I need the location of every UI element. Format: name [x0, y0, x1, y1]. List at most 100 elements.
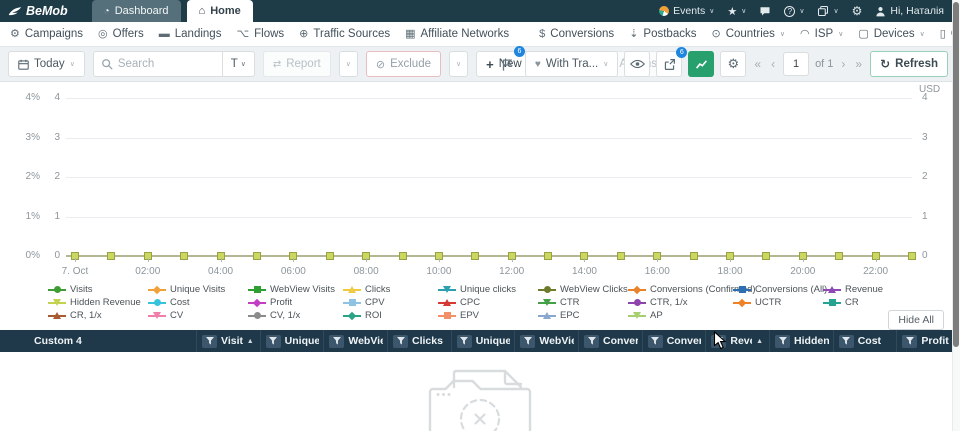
traffic-filter-dropdown[interactable]: ♥ With Tra... ∨	[525, 51, 618, 77]
filter-icon[interactable]	[584, 335, 599, 348]
last-page-button[interactable]: »	[853, 57, 864, 71]
report-dropdown-button[interactable]: ∨	[339, 51, 358, 77]
hide-all-button[interactable]: Hide All	[888, 310, 944, 330]
legend-item-cr[interactable]: CR	[823, 297, 952, 308]
flag-button[interactable]: 6	[495, 51, 519, 77]
table-column-cost[interactable]: Cost	[833, 330, 897, 352]
legend-item-cpv[interactable]: CPV	[343, 297, 438, 308]
legend-item-epv[interactable]: EPV	[438, 310, 538, 321]
report-button[interactable]: ⇄ Report	[263, 51, 331, 77]
share-button[interactable]: 6	[656, 51, 682, 77]
legend-item-cpc[interactable]: CPC	[438, 297, 538, 308]
filter-icon[interactable]	[902, 335, 917, 348]
legend-item-revenue[interactable]: Revenue	[823, 284, 952, 295]
nav-item-isp[interactable]: ◠ISP∨	[800, 28, 843, 40]
sort-asc-icon[interactable]: ▲	[247, 338, 256, 345]
next-page-button[interactable]: ›	[839, 57, 847, 71]
nav-item-countries[interactable]: ⊙Countries∨	[711, 28, 785, 40]
visibility-button[interactable]	[624, 51, 650, 77]
legend-item-unique-clicks[interactable]: Unique clicks	[438, 284, 538, 295]
settings-button[interactable]: ⚙	[852, 4, 863, 18]
user-label: Hi, Наталія	[890, 5, 944, 17]
nav-item-landings[interactable]: ▬Landings	[159, 28, 222, 40]
legend-item-epc[interactable]: EPC	[538, 310, 628, 321]
first-page-button[interactable]: «	[752, 57, 763, 71]
table-column-profit[interactable]: Profit	[896, 330, 960, 352]
legend-item-profit[interactable]: Profit	[248, 297, 343, 308]
legend-item-unique-visits[interactable]: Unique Visits	[148, 284, 248, 295]
refresh-button[interactable]: ↻ Refresh	[870, 51, 948, 77]
legend-item-clicks[interactable]: Clicks	[343, 284, 438, 295]
windows-menu[interactable]: ∨	[817, 5, 838, 17]
legend-item-cost[interactable]: Cost	[148, 297, 248, 308]
legend-item-cv-1-x[interactable]: CV, 1/x	[248, 310, 343, 321]
chart-toggle-button[interactable]	[688, 51, 714, 77]
nav-item-flows[interactable]: ⌥Flows	[236, 28, 284, 40]
nav-item-conversions[interactable]: $Conversions	[539, 28, 614, 40]
filter-icon[interactable]	[520, 335, 535, 348]
table-column-clicks[interactable]: Clicks	[387, 330, 451, 352]
nav-item-devices[interactable]: ▢Devices∨	[858, 28, 924, 40]
filter-icon[interactable]	[775, 335, 790, 348]
top-bar: BeMob ◔ Dashboard ⌂ Home Events ∨ ★ ∨ ?	[0, 0, 960, 22]
legend-item-visits[interactable]: Visits	[48, 284, 148, 295]
legend-item-cv[interactable]: CV	[148, 310, 248, 321]
nav-item-affiliate-networks[interactable]: ▦Affiliate Networks	[405, 28, 509, 40]
table-column-unique-[interactable]: Unique ...	[260, 330, 324, 352]
vertical-scrollbar[interactable]	[952, 0, 960, 431]
legend-item-cr-1-x[interactable]: CR, 1/x	[48, 310, 148, 321]
bemob-logo[interactable]: BeMob	[0, 0, 78, 22]
filter-icon[interactable]	[266, 335, 281, 348]
sort-asc-icon[interactable]: ▲	[756, 338, 765, 345]
legend-item-webview-visits[interactable]: WebView Visits	[248, 284, 343, 295]
user-menu[interactable]: Hi, Наталія	[875, 5, 944, 17]
legend-item-hidden-revenue[interactable]: Hidden Revenue	[48, 297, 148, 308]
legend-item-roi[interactable]: ROI	[343, 310, 438, 321]
tab-home[interactable]: ⌂ Home	[187, 0, 253, 22]
nav-item-offers[interactable]: ◎Offers	[98, 28, 144, 40]
filter-icon[interactable]	[202, 335, 217, 348]
legend-item-webview-clicks[interactable]: WebView Clicks	[538, 284, 628, 295]
x-axis-tick	[657, 258, 658, 262]
table-column-convers-[interactable]: Convers...	[642, 330, 706, 352]
filter-icon[interactable]	[393, 335, 408, 348]
events-menu[interactable]: Events ∨	[659, 5, 714, 17]
legend-item-conversions-all-[interactable]: Conversions (All)	[733, 284, 823, 295]
exclude-button[interactable]: ⊘ Exclude	[366, 51, 441, 77]
legend-item-ctr-1-x[interactable]: CTR, 1/x	[628, 297, 733, 308]
search-input[interactable]	[113, 58, 222, 70]
legend-item-ctr[interactable]: CTR	[538, 297, 628, 308]
nav-item-campaigns[interactable]: ⚙Campaigns	[10, 28, 83, 40]
scrollbar-thumb[interactable]	[953, 2, 959, 347]
tab-dashboard[interactable]: ◔ Dashboard	[92, 0, 181, 22]
columns-settings-button[interactable]: ⚙	[720, 51, 746, 77]
filter-icon[interactable]	[648, 335, 663, 348]
page-number-input[interactable]	[783, 52, 809, 76]
search-type-dropdown[interactable]: T ∨	[222, 52, 254, 76]
filter-icon[interactable]	[329, 335, 344, 348]
date-range-button[interactable]: Today ∨	[8, 51, 85, 77]
table-column-webvie-[interactable]: WebVie...	[323, 330, 387, 352]
help-menu[interactable]: ? ∨	[784, 6, 804, 17]
table-column-custom-4[interactable]: Custom 4	[0, 330, 196, 352]
nav-item-traffic-sources[interactable]: ⊕Traffic Sources	[299, 28, 390, 40]
legend-item-ap[interactable]: AP	[628, 310, 733, 321]
filter-icon[interactable]	[457, 335, 472, 348]
table-column-webvie-[interactable]: WebVie...	[514, 330, 578, 352]
data-point-marker	[180, 252, 188, 260]
gear-icon: ⚙	[728, 56, 740, 72]
legend-item-uctr[interactable]: UCTR	[733, 297, 823, 308]
offers-icon: ◎	[98, 29, 108, 40]
exclude-dropdown-button[interactable]: ∨	[449, 51, 468, 77]
favorites-menu[interactable]: ★ ∨	[727, 5, 746, 18]
table-column-visits[interactable]: Visits▲	[196, 330, 260, 352]
nav-item-postbacks[interactable]: ⇣Postbacks	[629, 28, 696, 40]
table-column-convers-[interactable]: Convers...	[578, 330, 642, 352]
chat-button[interactable]	[759, 5, 771, 17]
table-column-hidden-[interactable]: Hidden ...	[769, 330, 833, 352]
table-column-unique-[interactable]: Unique ...	[451, 330, 515, 352]
legend-item-conversions-confirmed-[interactable]: Conversions (Confirmed)	[628, 284, 733, 295]
prev-page-button[interactable]: ‹	[769, 57, 777, 71]
chart-gridline	[66, 98, 912, 99]
filter-icon[interactable]	[839, 335, 854, 348]
